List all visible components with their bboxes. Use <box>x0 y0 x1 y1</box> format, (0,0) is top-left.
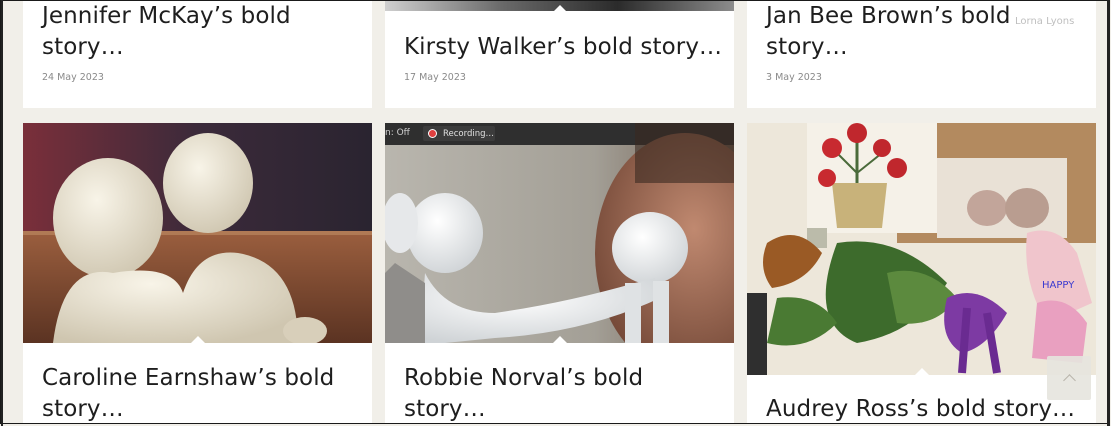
screenshot-edge-left <box>1 0 3 426</box>
story-title[interactable]: Caroline Earnshaw’s bold story… <box>42 363 334 423</box>
story-card-robbie[interactable]: n: Off Recording… Robbie Norval’s bold s… <box>385 123 734 423</box>
craft-collage-image: HAPPY <box>747 123 1096 375</box>
story-image[interactable] <box>23 123 372 343</box>
recording-indicator: Recording… <box>423 126 495 141</box>
screenshot-edge-right <box>1107 0 1110 426</box>
svg-text:HAPPY: HAPPY <box>1042 280 1075 291</box>
story-title[interactable]: Jennifer McKay’s bold story… <box>42 1 291 63</box>
card-notch <box>553 336 567 343</box>
user-name-overlay: Lorna Lyons <box>1015 16 1075 27</box>
story-date: 17 May 2023 <box>404 72 466 83</box>
story-card-kirsty[interactable]: Kirsty Walker’s bold story… 17 May 2023 <box>385 1 734 108</box>
story-image[interactable]: n: Off Recording… <box>385 123 734 343</box>
back-to-top-button[interactable] <box>1047 356 1091 400</box>
video-call-image <box>385 123 734 343</box>
mic-status-label: n: Off <box>385 128 410 138</box>
story-title[interactable]: Robbie Norval’s bold story… <box>404 363 643 423</box>
story-date: 24 May 2023 <box>42 72 104 83</box>
story-card-jennifer[interactable]: Jennifer McKay’s bold story… 24 May 2023 <box>23 1 372 108</box>
chevron-up-icon <box>1062 373 1076 387</box>
page-frame: Jennifer McKay’s bold story… 24 May 2023… <box>0 0 1109 424</box>
story-date: 3 May 2023 <box>766 72 822 83</box>
recording-label: Recording… <box>443 128 495 139</box>
clay-figures-image <box>23 123 372 343</box>
record-dot-icon <box>428 129 437 138</box>
story-card-audrey[interactable]: HAPPY Audrey Ross’s bold story… <box>747 123 1096 423</box>
card-notch <box>915 368 929 375</box>
card-notch <box>553 5 567 12</box>
story-card-jan[interactable]: Jan Bee Brown’s bold story… 3 May 2023 L… <box>747 1 1096 108</box>
card-notch <box>191 336 205 343</box>
story-card-caroline[interactable]: Caroline Earnshaw’s bold story… <box>23 123 372 423</box>
story-title[interactable]: Audrey Ross’s bold story… <box>766 394 1075 423</box>
story-title[interactable]: Kirsty Walker’s bold story… <box>404 32 722 63</box>
story-image[interactable]: HAPPY <box>747 123 1096 375</box>
story-title[interactable]: Jan Bee Brown’s bold story… <box>766 1 1011 63</box>
